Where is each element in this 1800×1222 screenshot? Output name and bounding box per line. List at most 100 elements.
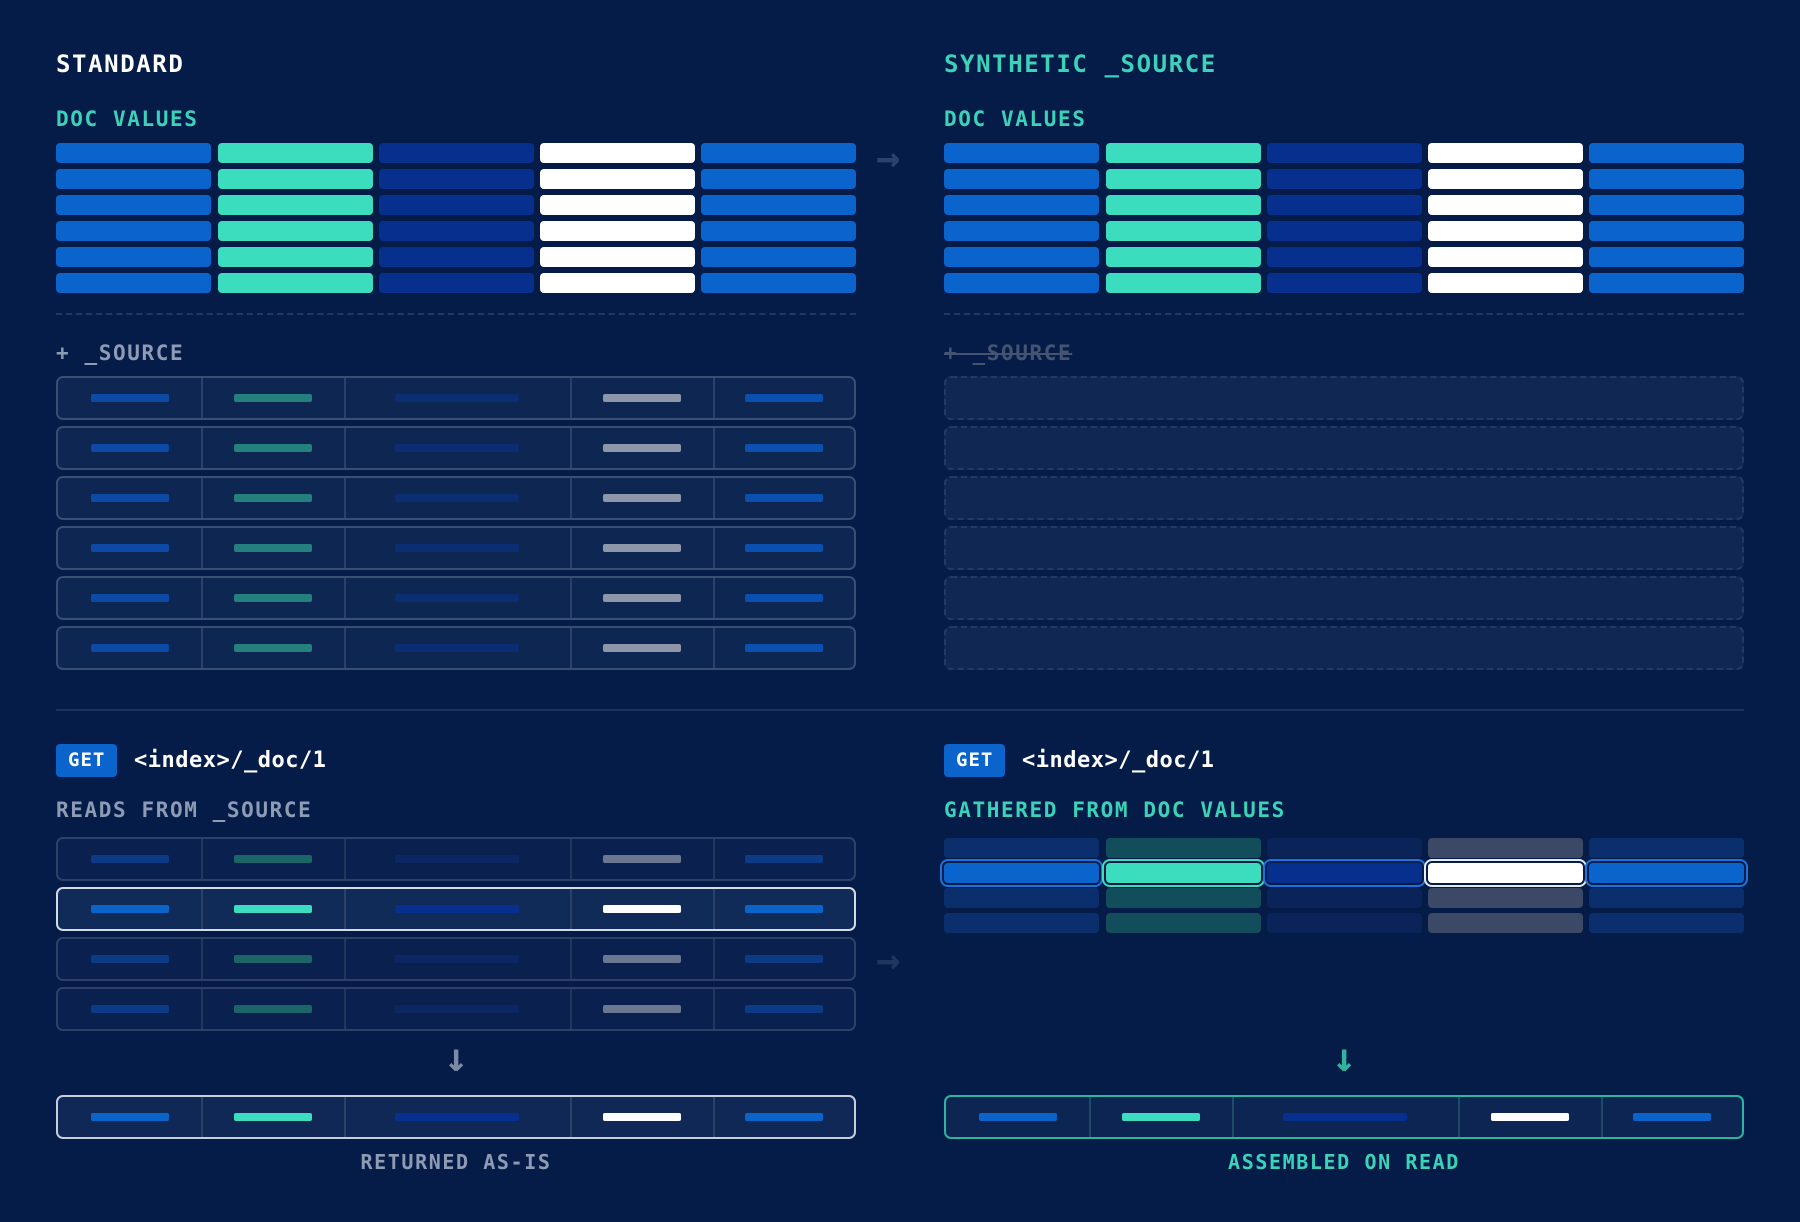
source-cell: [201, 839, 346, 879]
doc-value-cell: [1589, 143, 1744, 163]
doc-value-cell: [1267, 143, 1422, 163]
doc-value-cell: [1106, 169, 1261, 189]
source-row: [56, 426, 856, 470]
arrow-right-icon: →: [876, 135, 901, 181]
source-cell: [713, 478, 854, 518]
doc-value-cell: [701, 143, 856, 163]
source-cell: [713, 1097, 854, 1137]
field-value-bar: [395, 494, 519, 502]
field-value-bar: [233, 444, 312, 452]
get-method-badge: GET: [944, 744, 1006, 777]
selected-source-row: [56, 887, 856, 931]
doc-value-cell: [218, 169, 373, 189]
source-cell: [713, 989, 854, 1029]
doc-value-cell: [1106, 273, 1261, 293]
doc-value-cell: [1267, 888, 1422, 908]
source-cell: [1601, 1097, 1742, 1137]
field-value-bar: [602, 594, 681, 602]
source-cell: [201, 378, 346, 418]
doc-value-cell: [56, 247, 211, 267]
source-cell: [344, 939, 572, 979]
doc-value-cell: [1106, 888, 1261, 908]
source-cell: [58, 939, 203, 979]
field-value-bar: [90, 1005, 169, 1013]
field-value-bar: [602, 855, 681, 863]
source-cell: [201, 478, 346, 518]
source-row: [56, 526, 856, 570]
field-value-bar: [395, 544, 519, 552]
field-value-bar: [744, 394, 823, 402]
source-cell: [713, 378, 854, 418]
doc-value-cell: [1589, 195, 1744, 215]
source-cell: [344, 578, 572, 618]
source-cell: [570, 939, 715, 979]
gathered-doc-value-cell: [944, 863, 1099, 883]
doc-value-cell: [379, 273, 534, 293]
reads-from-source-label: READS FROM _SOURCE: [56, 798, 313, 822]
doc-value-cell: [56, 273, 211, 293]
field-value-bar: [90, 544, 169, 552]
doc-value-cell: [1428, 143, 1583, 163]
gathered-doc-value-cell: [1428, 863, 1583, 883]
field-value-bar: [602, 1005, 681, 1013]
doc-value-cell: [540, 247, 695, 267]
field-value-bar: [744, 1113, 823, 1121]
empty-source-row: [944, 526, 1744, 570]
doc-value-cell: [379, 195, 534, 215]
returned-document-row: [56, 1095, 856, 1139]
doc-value-cell: [540, 169, 695, 189]
source-cell: [570, 428, 715, 468]
doc-value-cell: [1428, 273, 1583, 293]
source-cell: [344, 628, 572, 668]
diagram-canvas: STANDARD DOC VALUES + _SOURCE → SYNTHETI…: [0, 0, 1800, 1222]
field-value-bar: [90, 594, 169, 602]
doc-value-cell: [944, 888, 1099, 908]
source-cell: [570, 889, 715, 929]
field-value-bar: [395, 1005, 519, 1013]
field-value-bar: [90, 494, 169, 502]
source-cell: [713, 628, 854, 668]
doc-value-cell: [1589, 913, 1744, 933]
doc-value-cell: [1589, 888, 1744, 908]
doc-value-cell: [1267, 247, 1422, 267]
arrow-down-icon: ↓: [444, 1035, 469, 1081]
field-value-bar: [1121, 1113, 1200, 1121]
doc-value-cell: [1428, 838, 1583, 858]
empty-source-row: [944, 376, 1744, 420]
doc-value-cell: [540, 273, 695, 293]
doc-value-cell: [218, 221, 373, 241]
field-value-bar: [744, 444, 823, 452]
source-cell: [570, 989, 715, 1029]
synthetic-title: SYNTHETIC _SOURCE: [944, 50, 1217, 78]
source-cell: [58, 889, 203, 929]
doc-value-cell: [379, 143, 534, 163]
doc-value-cell: [701, 195, 856, 215]
doc-value-cell: [701, 247, 856, 267]
field-value-bar: [744, 644, 823, 652]
source-cell: [58, 528, 203, 568]
doc-value-cell: [944, 169, 1099, 189]
get-method-badge: GET: [56, 744, 118, 777]
field-value-bar: [90, 1113, 169, 1121]
doc-value-cell: [1589, 169, 1744, 189]
assembled-on-read-label: ASSEMBLED ON READ: [1228, 1150, 1460, 1174]
source-cell: [713, 528, 854, 568]
field-value-bar: [233, 394, 312, 402]
field-value-bar: [602, 644, 681, 652]
doc-value-cell: [1428, 169, 1583, 189]
field-value-bar: [978, 1113, 1057, 1121]
source-cell: [58, 478, 203, 518]
field-value-bar: [90, 444, 169, 452]
source-cell: [344, 1097, 572, 1137]
source-cell: [58, 428, 203, 468]
field-value-bar: [744, 494, 823, 502]
doc-value-cell: [944, 913, 1099, 933]
field-value-bar: [233, 855, 312, 863]
doc-value-cell: [1428, 195, 1583, 215]
doc-value-cell: [1428, 913, 1583, 933]
doc-value-cell: [944, 221, 1099, 241]
field-value-bar: [90, 955, 169, 963]
field-value-bar: [744, 955, 823, 963]
doc-value-cell: [1267, 195, 1422, 215]
doc-value-cell: [1589, 247, 1744, 267]
